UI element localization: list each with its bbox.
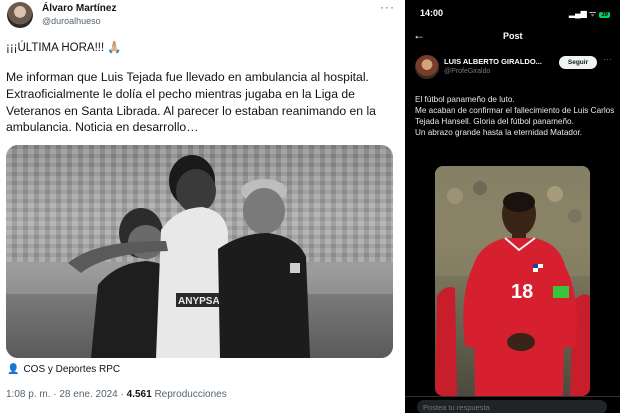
author-name[interactable]: LUIS ALBERTO GIRALDO... <box>444 57 550 66</box>
avatar[interactable] <box>415 55 439 79</box>
page-title: Post <box>503 31 523 41</box>
left-tweet: Álvaro Martínez @duroalhueso ··· ¡¡¡ÚLTI… <box>0 0 401 413</box>
reply-bar <box>405 396 620 413</box>
person-icon: 👤 <box>7 364 20 375</box>
tweet-headline: ¡¡¡ÚLTIMA HORA!!! 🙏🏼 <box>6 42 122 54</box>
tweet-body: Me informan que Luis Tejada fue llevado … <box>6 70 376 135</box>
author-handle[interactable]: @ProfeGiraldo <box>444 68 490 75</box>
player-illustration: 18 <box>435 166 590 396</box>
author-name[interactable]: Álvaro Martínez <box>42 3 116 14</box>
post-line: El fútbol panameño de luto. <box>415 95 515 104</box>
views-label: Reproducciones <box>154 389 227 400</box>
media-credit[interactable]: 👤 COS y Deportes RPC <box>7 364 120 375</box>
reply-input[interactable] <box>417 400 607 413</box>
avatar[interactable] <box>7 2 33 28</box>
status-time: 14:00 <box>420 8 444 18</box>
post-line: Un abrazo grande hasta la eternidad Mata… <box>415 128 583 137</box>
status-icons: ▂▄▆ ᯤ 39 <box>569 8 610 19</box>
arrow-left-icon[interactable]: ← <box>413 28 425 42</box>
tweet-photo[interactable]: ANYPSA <box>6 145 393 358</box>
players-illustration: ANYPSA <box>68 155 310 358</box>
media-credit-text: COS y Deportes RPC <box>23 364 121 375</box>
author-handle[interactable]: @duroalhueso <box>42 16 101 26</box>
post-line: Me acaban de confirmar el fallecimiento … <box>415 106 615 126</box>
signal-wifi-icon: ▂▄▆ ᯤ <box>568 9 597 18</box>
post-photo[interactable]: 18 <box>435 166 590 396</box>
post-body: El fútbol panameño de luto. Me acaban de… <box>415 94 615 138</box>
jersey-number: 18 <box>511 281 533 303</box>
tweet-meta: 1:08 p. m. · 28 ene. 2024 · 4.561 Reprod… <box>6 389 227 400</box>
more-horizontal-icon[interactable]: ··· <box>380 0 395 14</box>
follow-button[interactable]: Seguir <box>559 56 597 69</box>
battery-icon: 39 <box>599 12 610 18</box>
more-horizontal-icon[interactable]: ··· <box>603 54 612 64</box>
phone-screen: 14:00 ▂▄▆ ᯤ 39 ← Post LUIS ALBERTO GIRALD… <box>405 0 620 413</box>
shirt-sponsor: ANYPSA <box>178 296 220 307</box>
tweet-date[interactable]: 28 ene. 2024 <box>59 389 117 400</box>
views-count: 4.561 <box>126 389 152 400</box>
tweet-time[interactable]: 1:08 p. m. <box>6 389 50 400</box>
